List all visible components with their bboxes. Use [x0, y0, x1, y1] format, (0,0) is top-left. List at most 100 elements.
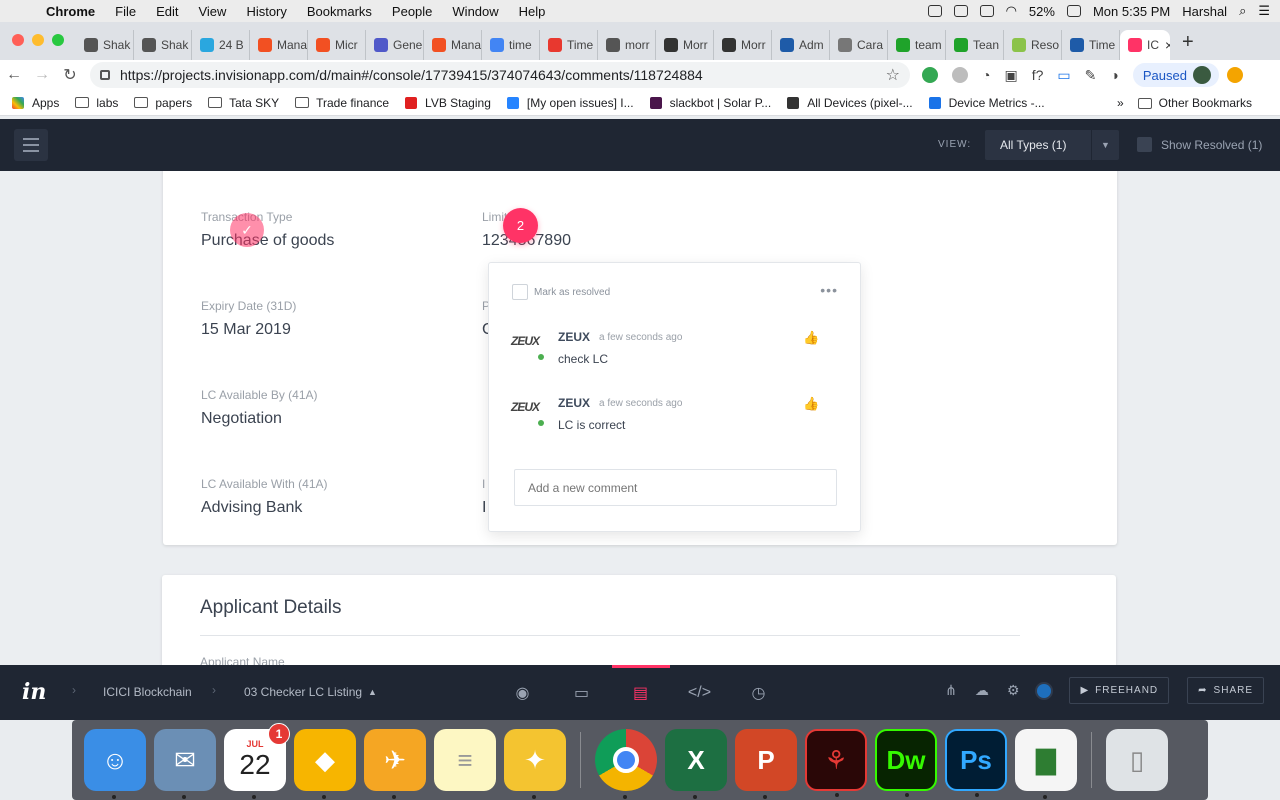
trash-icon[interactable]: ▯ [1106, 729, 1168, 791]
close-window-button[interactable] [12, 34, 24, 46]
sketch-icon[interactable]: ◆ [294, 729, 356, 799]
chevron-up-icon[interactable]: ▲ [368, 687, 377, 697]
excel-icon[interactable]: X [665, 729, 727, 799]
cloud-upload-icon[interactable]: ☁ [975, 682, 989, 699]
browser-tab[interactable]: time [482, 30, 540, 60]
history-clock-icon[interactable]: ◷ [739, 665, 779, 720]
mark-resolved-checkbox[interactable] [512, 284, 528, 300]
thumbs-up-icon[interactable]: 👍 [803, 396, 819, 411]
share-network-icon[interactable]: ⋔ [945, 682, 957, 699]
browser-tab[interactable]: Shak [76, 30, 134, 60]
preview-mode-eye-icon[interactable]: ◉ [503, 665, 543, 720]
mark-resolved-toggle[interactable]: Mark as resolved [512, 284, 610, 300]
notification-center-icon[interactable]: ☰ [1258, 3, 1270, 19]
chrome-icon[interactable] [595, 729, 657, 799]
profile-button[interactable]: Paused [1132, 63, 1219, 87]
finder-icon[interactable]: ☺ [84, 729, 146, 799]
bookmark-item[interactable]: All Devices (pixel-... [787, 96, 913, 110]
bookmark-star-icon[interactable]: ☆ [886, 65, 900, 85]
menu-edit[interactable]: Edit [156, 4, 178, 19]
record-icon[interactable] [1037, 683, 1052, 698]
notes-icon[interactable]: ≡ [434, 729, 496, 791]
numbers-icon[interactable]: ▇ [1015, 729, 1077, 799]
creative-cloud-icon[interactable] [953, 5, 968, 17]
browser-tab[interactable]: Gene [366, 30, 424, 60]
share-button[interactable]: ➦ SHARE [1187, 677, 1264, 704]
show-resolved-toggle[interactable]: Show Resolved (1) [1137, 137, 1262, 152]
evernote-extension-icon[interactable] [922, 67, 938, 83]
browser-tab[interactable]: Mana [250, 30, 308, 60]
acrobat-icon[interactable]: ⚘ [805, 729, 867, 797]
battery-percent[interactable]: 52% [1029, 4, 1055, 19]
bookmark-item[interactable]: Tata SKY [208, 96, 279, 110]
preview-icon[interactable]: ✉ [154, 729, 216, 799]
breadcrumb-project[interactable]: ICICI Blockchain [103, 685, 192, 699]
show-resolved-checkbox[interactable] [1137, 137, 1152, 152]
photoshop-icon[interactable]: Ps [945, 729, 1007, 797]
menu-bookmarks[interactable]: Bookmarks [307, 4, 372, 19]
bookmark-item[interactable]: labs [75, 96, 118, 110]
comment-author[interactable]: ZEUX [558, 330, 590, 344]
settings-gear-icon[interactable]: ⚙ [1007, 682, 1020, 699]
inspect-code-icon[interactable]: </> [680, 665, 720, 720]
clock[interactable]: Mon 5:35 PM [1093, 4, 1170, 19]
thumbs-up-icon[interactable]: 👍 [803, 330, 819, 345]
browser-tab[interactable]: team [888, 30, 946, 60]
menu-window[interactable]: Window [452, 4, 498, 19]
resolved-comment-pin[interactable]: ✓ [230, 213, 264, 247]
bookmark-item[interactable]: papers [134, 96, 192, 110]
tab-active[interactable]: IC × [1120, 30, 1170, 60]
chevron-down-icon[interactable]: ▼ [1091, 130, 1119, 160]
menu-file[interactable]: File [115, 4, 136, 19]
comment-author[interactable]: ZEUX [558, 396, 590, 410]
user-name[interactable]: Harshal [1182, 4, 1227, 19]
add-comment-input[interactable] [514, 469, 837, 506]
minimize-window-button[interactable] [32, 34, 44, 46]
menu-view[interactable]: View [198, 4, 226, 19]
browser-tab[interactable]: Time [540, 30, 598, 60]
speed-gauge-icon[interactable]: ◔ [982, 67, 990, 83]
dreamweaver-icon[interactable]: Dw [875, 729, 937, 797]
battery-icon[interactable] [1066, 5, 1081, 17]
back-arrow-icon[interactable]: ← [0, 66, 28, 84]
menu-hamburger-button[interactable] [14, 129, 48, 161]
menu-help[interactable]: Help [519, 4, 546, 19]
bookmark-item[interactable]: slackbot | Solar P... [649, 96, 771, 110]
browser-tab[interactable]: Time [1062, 30, 1120, 60]
browser-tab[interactable]: Shak [134, 30, 192, 60]
other-bookmarks-folder[interactable]: Other Bookmarks [1137, 96, 1252, 110]
bookmark-item[interactable]: Device Metrics -... [928, 96, 1045, 110]
dropbox-icon[interactable] [927, 5, 942, 17]
zoom-window-button[interactable] [52, 34, 64, 46]
more-options-icon[interactable]: ••• [820, 282, 838, 298]
wifi-icon[interactable]: ◠ [1006, 3, 1017, 19]
browser-tab[interactable]: Micr [308, 30, 366, 60]
bluetooth-icon[interactable] [979, 5, 994, 17]
extension-icon[interactable] [952, 67, 968, 83]
reload-icon[interactable]: ↻ [56, 65, 84, 85]
mail-icon[interactable]: ✈ [364, 729, 426, 799]
menu-history[interactable]: History [246, 4, 286, 19]
browser-tab[interactable]: Adm [772, 30, 830, 60]
browser-tab[interactable]: morr [598, 30, 656, 60]
browser-tab[interactable]: Mana [424, 30, 482, 60]
formula-icon[interactable]: f? [1032, 67, 1044, 83]
view-filter-select[interactable]: All Types (1) ▼ [985, 130, 1119, 160]
bookmarks-overflow-button[interactable]: » [1117, 96, 1124, 110]
breadcrumb-screen[interactable]: 03 Checker LC Listing [244, 685, 362, 699]
invision-logo[interactable]: in [22, 679, 46, 705]
browser-tab[interactable]: Cara [830, 30, 888, 60]
bookmark-item[interactable]: LVB Staging [405, 96, 491, 110]
browser-tab[interactable]: Reso [1004, 30, 1062, 60]
forward-arrow-icon[interactable]: → [28, 66, 56, 84]
comment-mode-icon[interactable]: ▤ [611, 665, 670, 720]
build-mode-icon[interactable]: ▭ [562, 665, 602, 720]
freehand-button[interactable]: ▶ FREEHAND [1069, 677, 1170, 704]
comment-pin[interactable]: 2 [503, 208, 538, 243]
browser-tab[interactable]: 24 B [192, 30, 250, 60]
menu-people[interactable]: People [392, 4, 432, 19]
keynote-icon[interactable]: ✦ [504, 729, 566, 799]
bookmark-item[interactable]: [My open issues] I... [506, 96, 634, 110]
browser-tab[interactable]: Tean [946, 30, 1004, 60]
close-tab-icon[interactable]: × [1165, 37, 1170, 53]
